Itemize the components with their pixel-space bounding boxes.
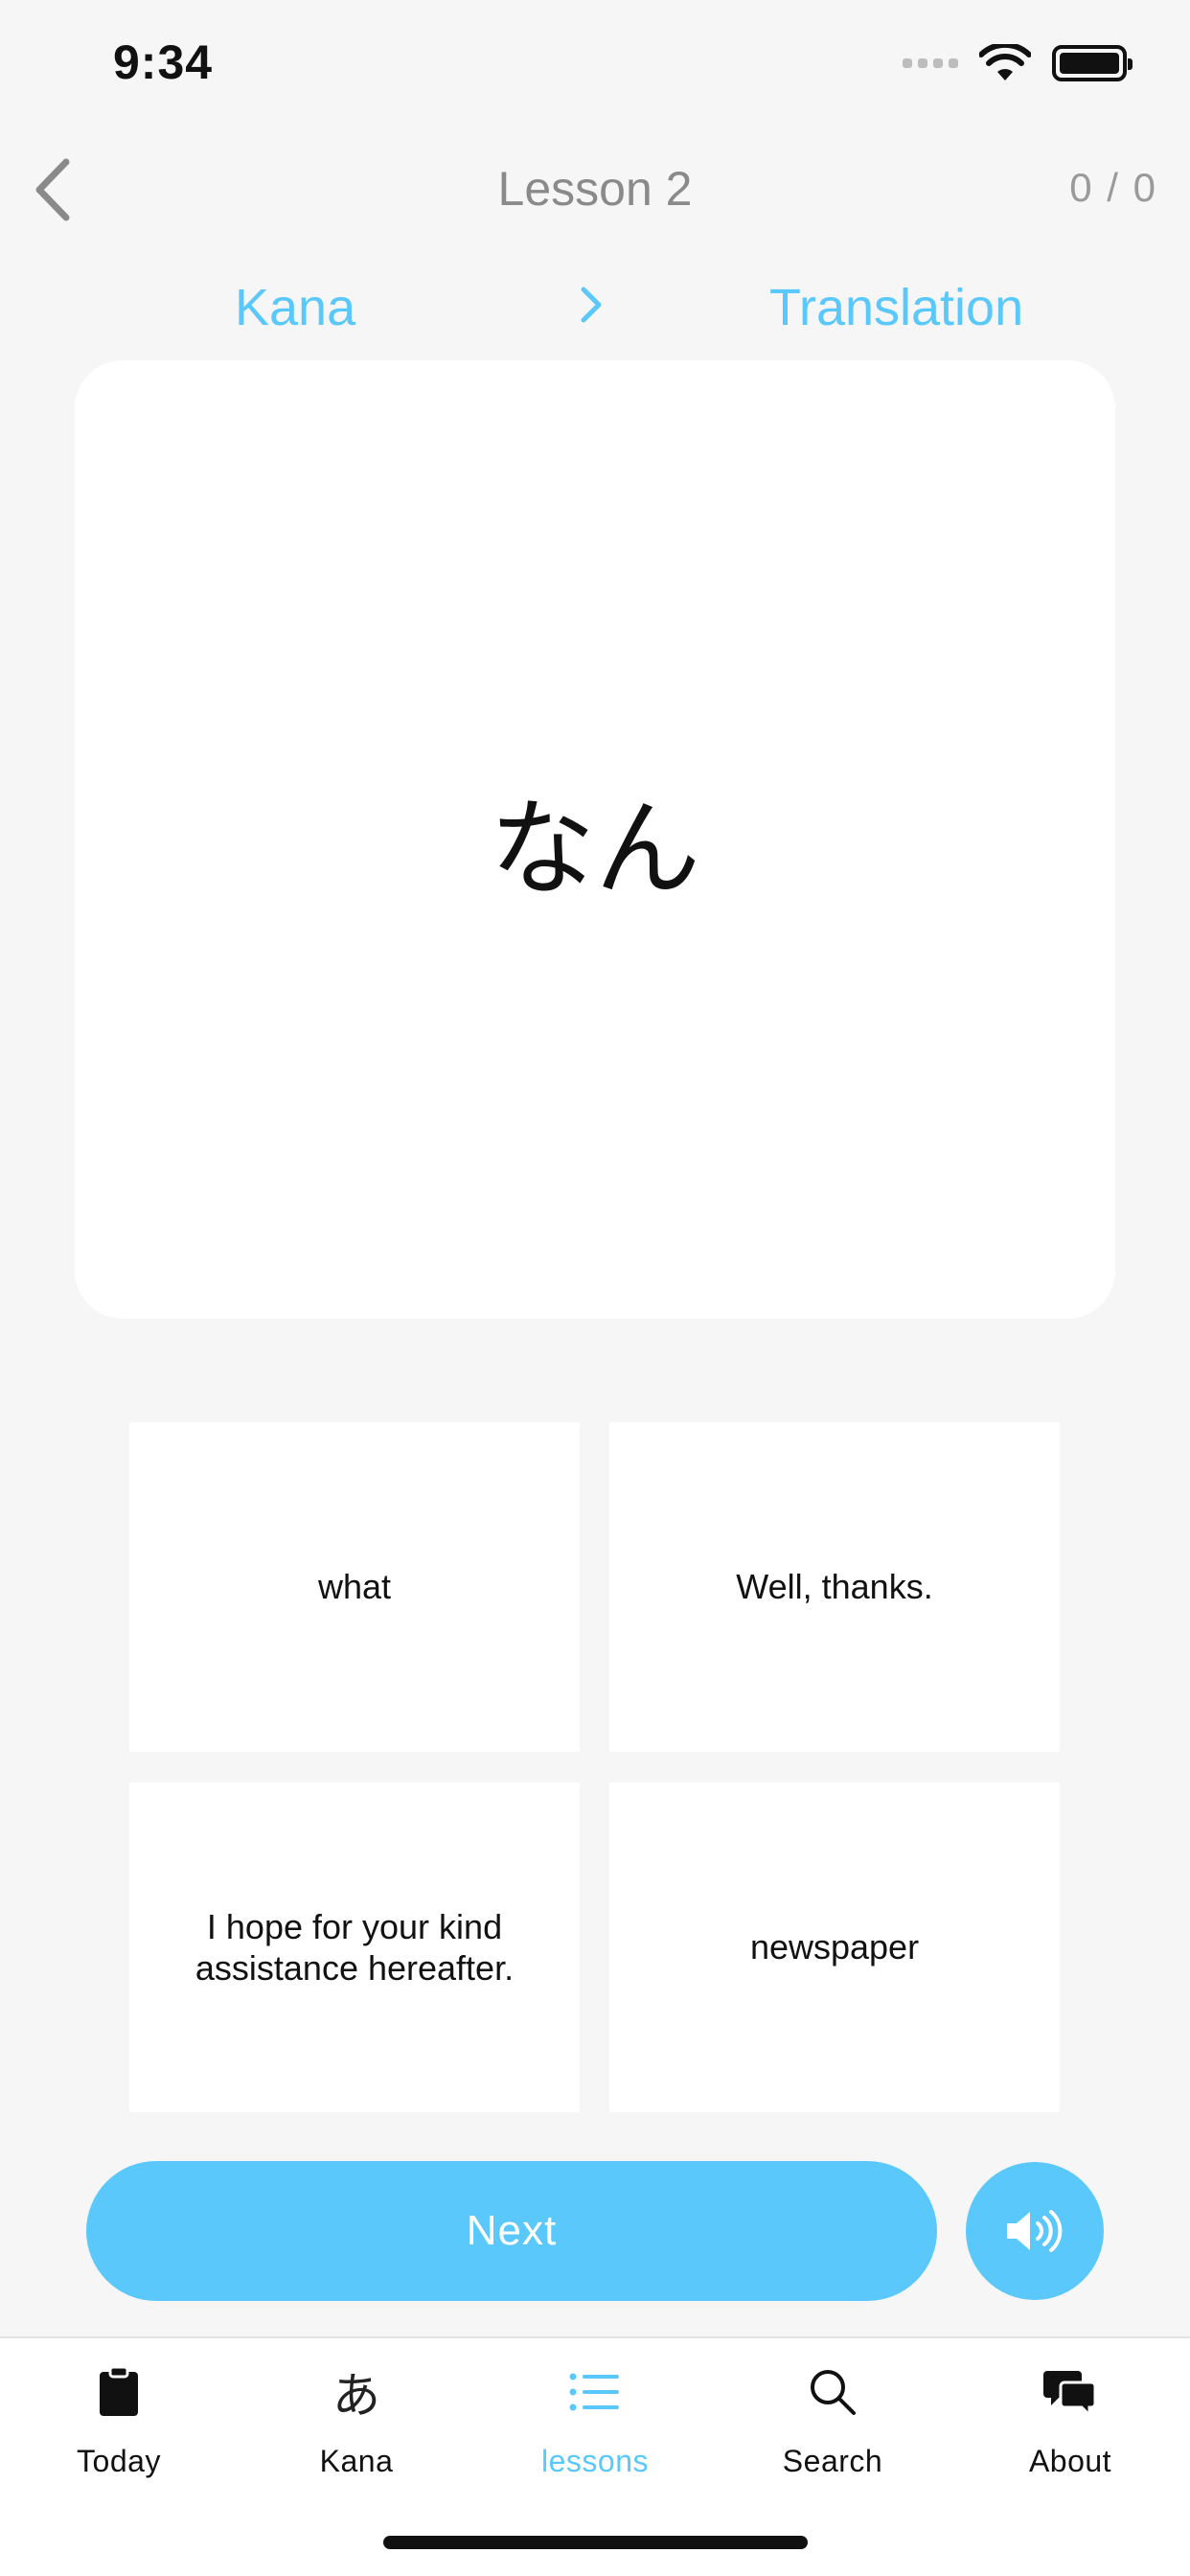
chevron-right-icon	[581, 287, 602, 323]
answer-option-label: newspaper	[749, 1927, 920, 1967]
lesson-screen: 9:34 Lesson 2 0 / 0 Kana Translation なん …	[0, 0, 1190, 2576]
tab-label: About	[1028, 2444, 1112, 2478]
answer-option[interactable]: newspaper	[609, 1782, 1060, 2112]
play-sound-button[interactable]	[966, 2162, 1104, 2300]
chat-bubbles-icon	[1043, 2371, 1097, 2417]
tab-today[interactable]: Today	[0, 2338, 238, 2501]
answer-option[interactable]: Well, thanks.	[609, 1422, 1060, 1752]
wifi-icon	[979, 44, 1031, 80]
home-indicator[interactable]	[383, 2536, 808, 2549]
mode-from-label[interactable]: Kana	[235, 278, 355, 337]
kana-glyph-icon: あ	[332, 2368, 380, 2424]
tab-label: lessons	[541, 2444, 649, 2478]
tab-label: Search	[782, 2444, 883, 2478]
answer-option-label: what	[317, 1567, 392, 1607]
answer-option-label: Well, thanks.	[736, 1567, 933, 1607]
status-time: 9:34	[113, 35, 214, 89]
battery-icon	[1052, 45, 1133, 81]
status-icons	[903, 44, 1133, 82]
clipboard-icon	[100, 2366, 138, 2416]
page-title: Lesson 2	[497, 162, 693, 216]
next-button[interactable]: Next	[86, 2161, 937, 2301]
flashcard[interactable]: なん	[75, 360, 1115, 1319]
mode-to-label[interactable]: Translation	[769, 278, 1023, 337]
speaker-icon	[1007, 2210, 1063, 2252]
list-icon	[569, 2373, 619, 2411]
answer-option-label: I hope for your kind assistance hereafte…	[195, 1906, 515, 1988]
tab-about[interactable]: About	[951, 2338, 1189, 2501]
answer-option[interactable]: what	[129, 1422, 580, 1752]
next-button-label: Next	[466, 2207, 558, 2254]
tab-kana[interactable]: あ Kana	[238, 2338, 475, 2501]
answer-option[interactable]: I hope for your kind assistance hereafte…	[129, 1782, 580, 2112]
flashcard-text: なん	[490, 788, 700, 910]
tab-lessons[interactable]: lessons	[476, 2338, 714, 2501]
search-icon	[811, 2370, 856, 2415]
tab-label: Kana	[319, 2444, 394, 2478]
cellular-signal-icon	[903, 58, 958, 68]
tab-label: Today	[77, 2444, 161, 2478]
tab-search[interactable]: Search	[714, 2338, 951, 2501]
progress-counter: 0 / 0	[1069, 165, 1157, 210]
